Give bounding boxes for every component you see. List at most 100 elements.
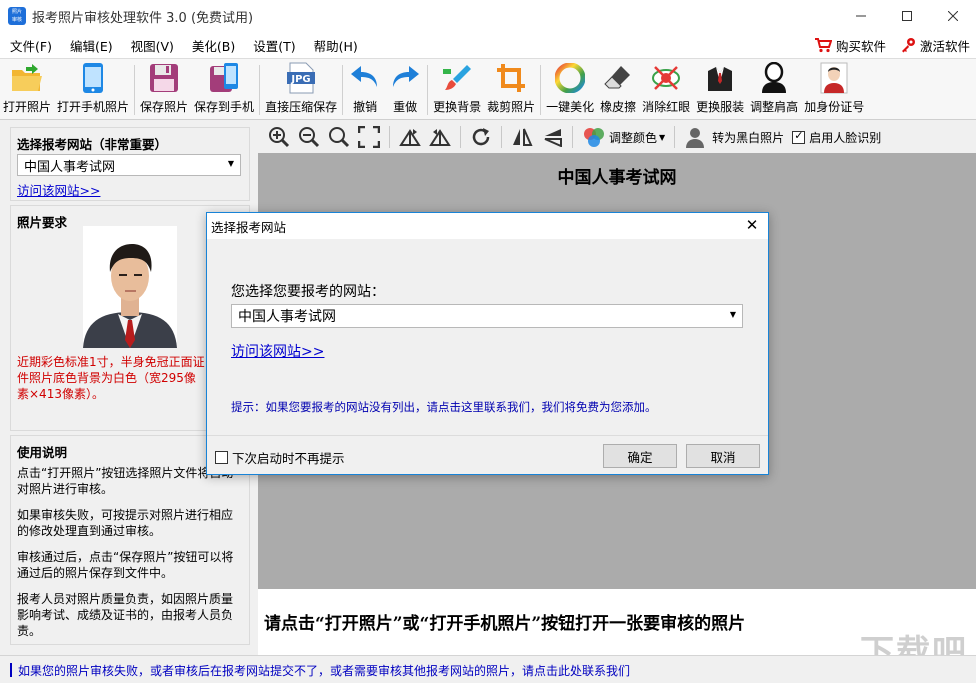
site-section-title: 选择报考网站（非常重要） <box>17 137 168 152</box>
remove-red-eye-button[interactable]: 消除红眼 <box>639 61 693 119</box>
dropdown-arrow-icon: ▼ <box>729 310 736 319</box>
rotate-left-button[interactable] <box>395 123 425 151</box>
window-controls <box>838 0 976 32</box>
rotate-right-button[interactable] <box>425 123 455 151</box>
ok-button[interactable]: 确定 <box>603 444 677 468</box>
no-prompt-toggle[interactable]: 下次启动时不再提示 <box>215 448 345 467</box>
close-button[interactable] <box>930 0 976 32</box>
open-photo-label: 打开照片 <box>3 100 52 114</box>
flip-vertical-icon <box>544 129 562 147</box>
zoom-in-icon <box>269 127 290 148</box>
one-click-beautify-button[interactable]: 一键美化 <box>543 61 597 119</box>
hint-area: 请点击“打开照片”或“打开手机照片”按钮打开一张要审核的照片 下载吧 <box>258 589 976 673</box>
open-photo-button[interactable]: 打开照片 <box>0 61 54 119</box>
dialog-site-select-value: 中国人事考试网 <box>238 309 336 325</box>
sample-photo <box>83 226 177 348</box>
site-select-value: 中国人事考试网 <box>24 159 116 175</box>
open-photo-hint: 请点击“打开照片”或“打开手机照片”按钮打开一张要审核的照片 <box>264 614 746 634</box>
face-detection-checkbox[interactable] <box>792 129 806 144</box>
adjust-color-label: 调整颜色 <box>609 130 658 145</box>
image-toolbar: 调整颜色 ▼ 转为黑白照片 启用人脸识别 <box>258 121 976 153</box>
add-id-number-label: 加身份证号 <box>804 100 865 114</box>
dialog-site-select[interactable]: 中国人事考试网 ▼ <box>231 304 743 328</box>
adjust-shoulder-button[interactable]: 调整肩高 <box>747 61 801 119</box>
visit-site-link[interactable]: 访问该网站>> <box>17 180 100 199</box>
menu-beautify[interactable]: 美化(B) <box>182 36 243 55</box>
title-bar: 照片 审核 报考照片审核处理软件 3.0 (免费试用) <box>0 0 976 32</box>
suit-icon <box>708 67 733 91</box>
rgb-circles-icon <box>584 128 604 147</box>
add-id-number-button[interactable]: 加身份证号 <box>801 61 867 119</box>
zoom-out-button[interactable] <box>294 123 324 151</box>
toolbar-divider <box>342 65 344 115</box>
menu-settings[interactable]: 设置(T) <box>243 36 303 55</box>
buy-software-label: 购买软件 <box>835 38 886 54</box>
activate-software-button[interactable]: 激活软件 <box>900 36 970 55</box>
minimize-icon <box>856 15 866 17</box>
change-background-label: 更换背景 <box>433 100 482 114</box>
dialog-footer: 下次启动时不再提示 确定 取消 <box>207 435 768 474</box>
undo-button[interactable]: 撤销 <box>345 61 385 119</box>
app-logo-icon: 照片 审核 <box>8 7 26 25</box>
site-select[interactable]: 中国人事考试网 ▼ <box>17 154 241 176</box>
minimize-button[interactable] <box>838 0 884 32</box>
save-photo-label: 保存照片 <box>140 100 189 114</box>
menu-file[interactable]: 文件(F) <box>0 36 60 55</box>
dialog-title: 选择报考网站 <box>211 219 287 235</box>
eraser-button[interactable]: 橡皮擦 <box>597 61 639 119</box>
window-title: 报考照片审核处理软件 3.0 (免费试用) <box>32 10 254 26</box>
fullscreen-icon <box>358 126 380 148</box>
no-prompt-label: 下次启动时不再提示 <box>232 451 345 466</box>
status-bar: 如果您的照片审核失败，或者审核后在报考网站提交不了，或者需要审核其他报考网站的照… <box>0 655 976 683</box>
flip-horizontal-button[interactable] <box>507 123 537 151</box>
dialog-visit-site-link[interactable]: 访问该网站>> <box>231 341 324 361</box>
refresh-button[interactable] <box>466 123 496 151</box>
buy-software-button[interactable]: 购买软件 <box>814 36 886 55</box>
phone-icon <box>83 63 104 93</box>
zoom-in-button[interactable] <box>264 123 294 151</box>
fullscreen-button[interactable] <box>354 123 384 151</box>
main-toolbar: 打开照片 打开手机照片 保存照片 保存到手机 JPG 直接压缩保存 撤销 重做 … <box>0 58 976 120</box>
zoom-out-icon <box>299 127 320 148</box>
change-clothes-button[interactable]: 更换服装 <box>693 61 747 119</box>
svg-text:JPG: JPG <box>290 74 310 85</box>
close-icon: ✕ <box>745 216 759 234</box>
toolbar-divider <box>540 65 542 115</box>
save-to-phone-button[interactable]: 保存到手机 <box>191 61 257 119</box>
to-black-white-button[interactable]: 转为黑白照片 <box>680 123 788 151</box>
toolbar-divider <box>389 126 390 148</box>
crop-photo-button[interactable]: 裁剪照片 <box>484 61 538 119</box>
activate-software-label: 激活软件 <box>919 38 970 54</box>
compress-save-label: 直接压缩保存 <box>265 100 338 114</box>
open-phone-photo-button[interactable]: 打开手机照片 <box>54 61 132 119</box>
zoom-fit-button[interactable] <box>324 123 354 151</box>
maximize-button[interactable] <box>884 0 930 32</box>
dialog-prompt: 您选择您要报考的网站： <box>231 284 385 300</box>
no-prompt-checkbox[interactable] <box>215 451 228 464</box>
flip-vertical-button[interactable] <box>537 123 567 151</box>
id-photo-icon <box>820 62 848 94</box>
contact-us-link[interactable]: 如果您的照片审核失败，或者审核后在报考网站提交不了，或者需要审核其他报考网站的照… <box>18 662 630 679</box>
change-background-button[interactable]: 更换背景 <box>430 61 484 119</box>
floppy-disk-icon <box>150 64 179 92</box>
jpg-file-icon: JPG <box>287 62 316 94</box>
cancel-button[interactable]: 取消 <box>686 444 760 468</box>
cart-icon <box>814 38 832 53</box>
redo-button[interactable]: 重做 <box>385 61 425 119</box>
canvas-site-title: 中国人事考试网 <box>557 168 677 188</box>
site-section: 选择报考网站（非常重要） 中国人事考试网 ▼ 访问该网站>> <box>10 127 250 201</box>
compress-save-button[interactable]: JPG 直接压缩保存 <box>262 61 340 119</box>
face-detection-toggle[interactable]: 启用人脸识别 <box>788 123 885 151</box>
dialog-close-button[interactable]: ✕ <box>742 216 762 234</box>
menu-view[interactable]: 视图(V) <box>121 36 182 55</box>
menu-help[interactable]: 帮助(H) <box>304 36 366 55</box>
menu-edit[interactable]: 编辑(E) <box>60 36 121 55</box>
save-to-phone-icon <box>210 63 239 92</box>
save-photo-button[interactable]: 保存照片 <box>137 61 191 119</box>
sample-portrait-icon <box>83 226 177 348</box>
red-eye-icon <box>652 66 681 90</box>
adjust-color-button[interactable]: 调整颜色 ▼ <box>578 123 669 151</box>
dropdown-arrow-icon: ▼ <box>659 132 666 142</box>
dialog-tip[interactable]: 提示：如果您要报考的网站没有列出，请点击这里联系我们，我们将免费为您添加。 <box>231 399 657 415</box>
toolbar-divider <box>501 126 502 148</box>
